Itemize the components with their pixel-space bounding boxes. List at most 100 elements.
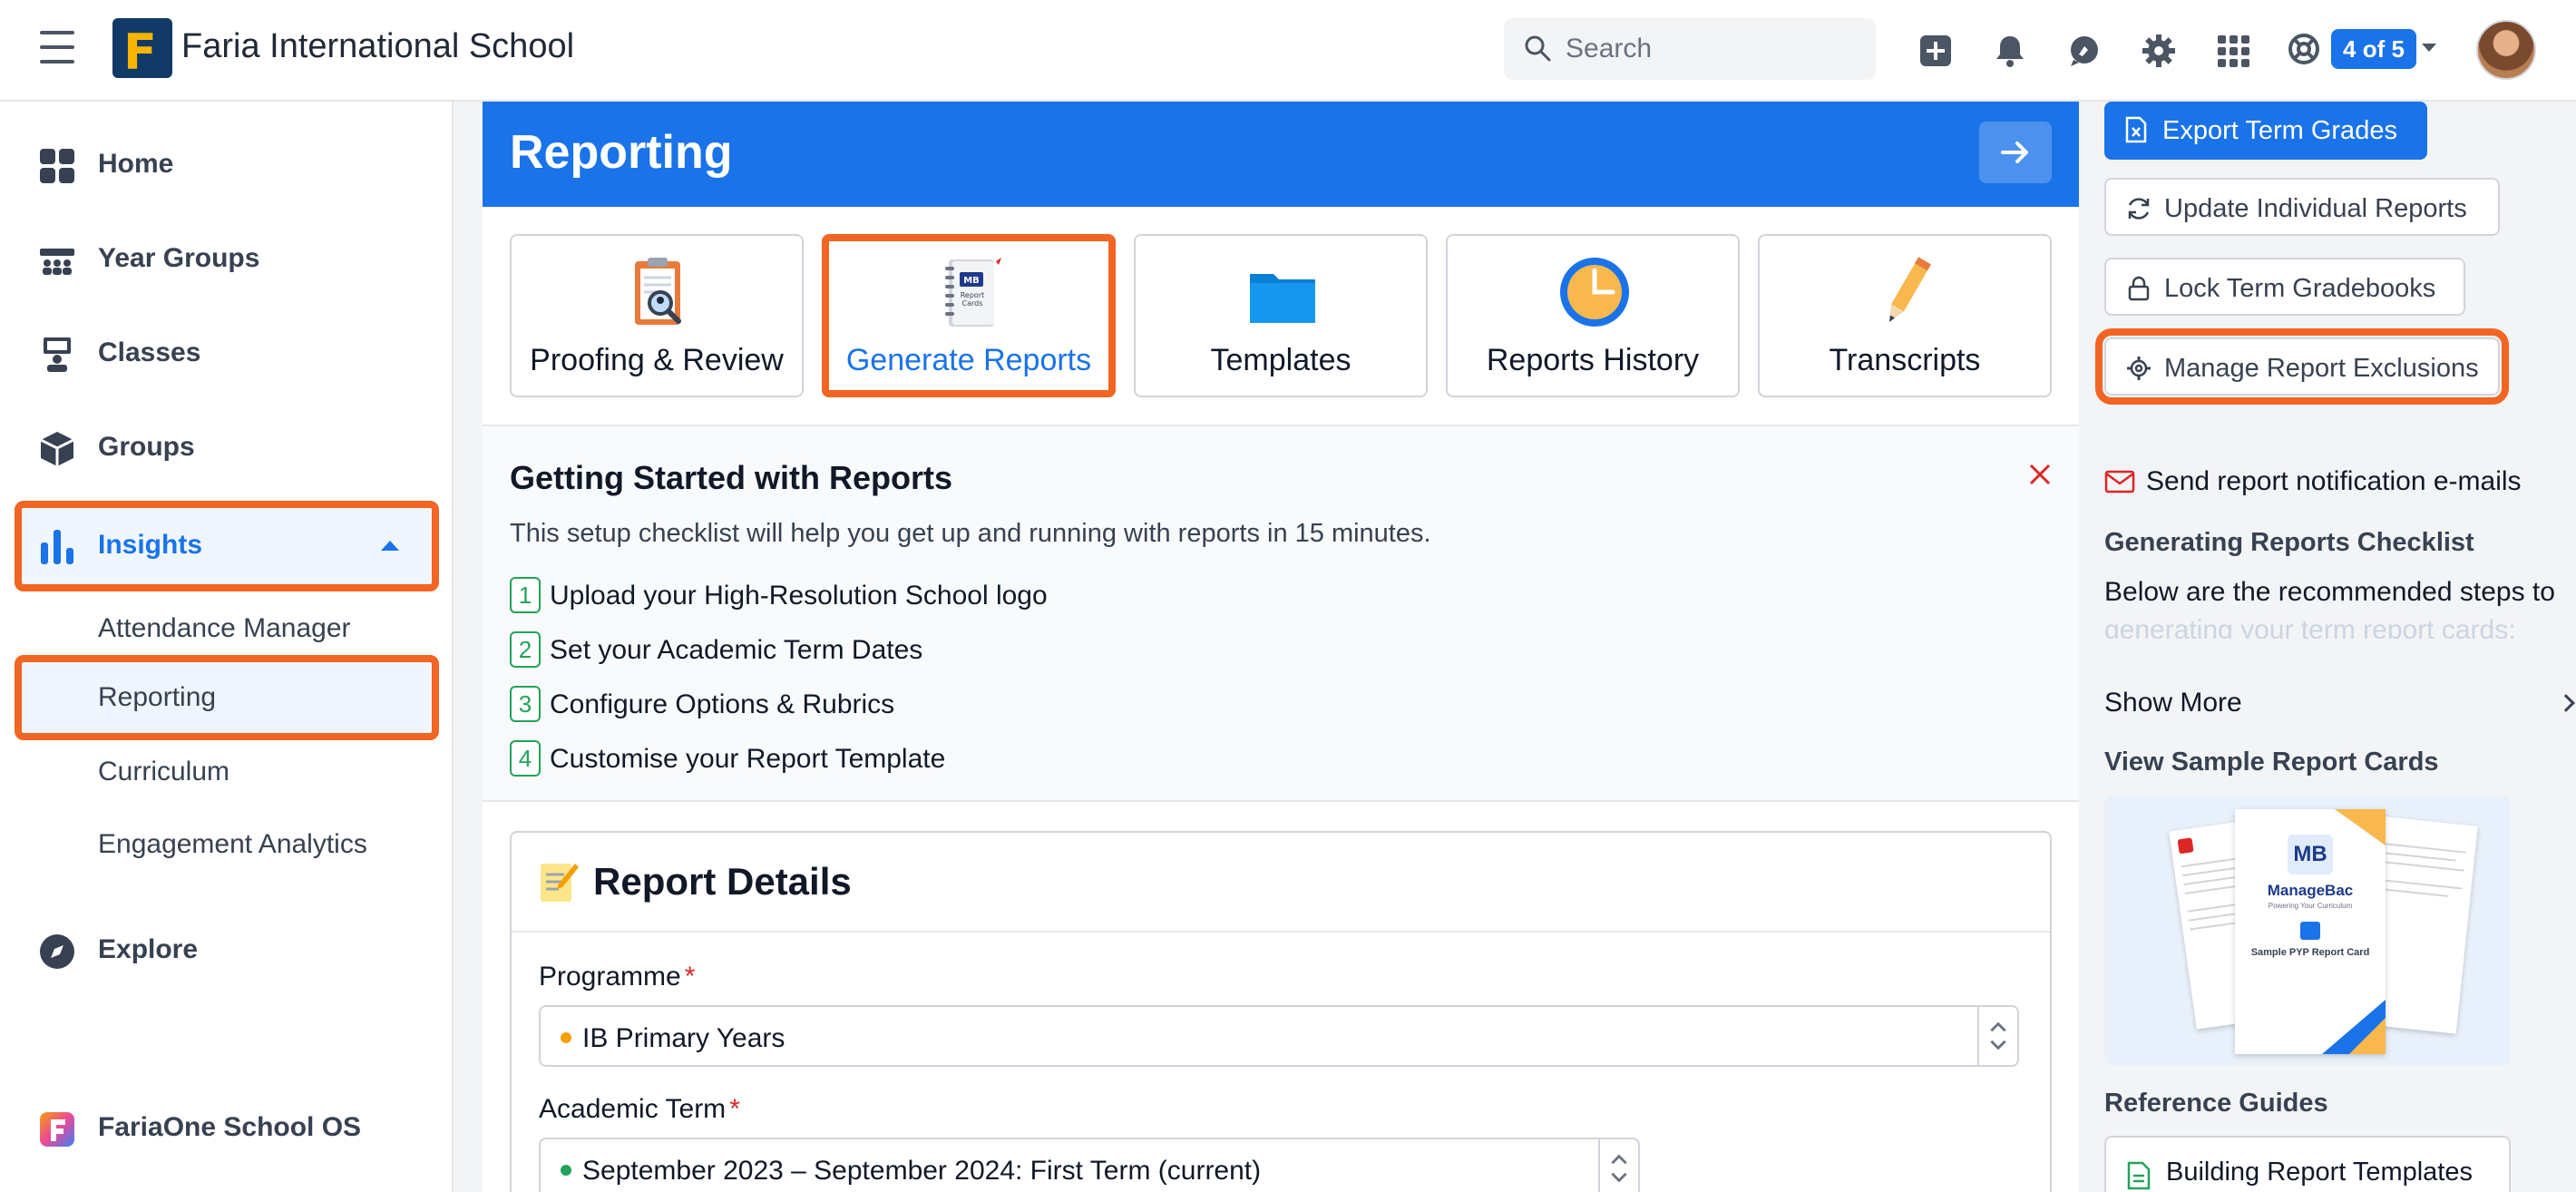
sidebar-item-classes[interactable]: Classes (18, 316, 435, 392)
school-name[interactable]: Faria International School (181, 27, 574, 66)
sidebar-subitem-label: Reporting (98, 682, 217, 712)
dashboard-icon (40, 149, 74, 183)
bar-chart-icon (41, 530, 73, 564)
chat-icon[interactable] (2066, 33, 2103, 69)
chevron-up-icon[interactable] (381, 541, 399, 551)
card-label: Templates (1210, 343, 1351, 377)
sample-report-cards-preview[interactable]: MB ManageBac Powering Your Curriculum Sa… (2104, 796, 2511, 1065)
sidebar-item-insights[interactable]: Insights (15, 501, 439, 591)
card-label: Generate Reports (845, 343, 1092, 377)
getting-started-panel: Getting Started with Reports This setup … (483, 426, 2079, 802)
cube-icon (40, 432, 74, 466)
sidebar-item-fariaone[interactable]: FariaOne School OS (18, 1090, 435, 1167)
card-label: Reports History (1486, 343, 1700, 377)
getting-started-description: This setup checklist will help you get u… (510, 519, 1431, 548)
getting-started-title: Getting Started with Reports (510, 459, 953, 496)
academic-term-select[interactable]: September 2023 – September 2024: First T… (539, 1138, 1640, 1192)
sidebar-item-label: Insights (98, 530, 203, 560)
pencil-icon (1889, 257, 1931, 322)
sample-doc-icon (2300, 922, 2320, 940)
svg-text:Report: Report (961, 291, 985, 299)
search-box[interactable] (1504, 18, 1876, 80)
account-switcher[interactable]: 4 of 5 (2288, 27, 2436, 73)
sidebar-item-label: Year Groups (98, 243, 260, 273)
checklist-heading: Generating Reports Checklist (2104, 528, 2474, 557)
guide-building-report-templates[interactable]: Building Report Templates (2104, 1136, 2511, 1192)
svg-text:Cards: Cards (962, 299, 983, 308)
lock-term-gradebooks-button[interactable]: Lock Term Gradebooks (2104, 258, 2465, 316)
step-number: 2 (510, 631, 541, 668)
sidebar-item-explore[interactable]: Explore (18, 913, 435, 989)
update-individual-reports-button[interactable]: Update Individual Reports (2104, 178, 2500, 236)
gear-icon (2127, 357, 2151, 380)
main-content: Reporting Proofing & Review MB Report Card… (483, 102, 2079, 1192)
account-count-badge: 4 of 5 (2331, 29, 2416, 69)
apps-grid-icon[interactable] (2215, 33, 2251, 69)
logo-letter: F (123, 24, 157, 81)
clipboard-magnifier-icon (635, 258, 681, 325)
required-mark: * (729, 1094, 740, 1124)
sidebar-subitem-attendance-manager[interactable]: Attendance Manager (18, 593, 435, 664)
step-text: Set your Academic Term Dates (550, 635, 923, 665)
academic-term-value: September 2023 – September 2024: First T… (582, 1156, 1262, 1186)
plus-square-icon[interactable] (1917, 33, 1954, 69)
programme-dot (561, 1032, 571, 1043)
card-generate-reports[interactable]: MB Report Cards Generate Reports (822, 234, 1116, 397)
notify-label: Send report notification e-mails (2146, 466, 2522, 496)
guide-label: Building Report Templates (2166, 1158, 2473, 1187)
step-text: Customise your Report Template (550, 744, 946, 774)
sidebar-item-label: Home (98, 149, 174, 179)
select-arrows-icon (1977, 1007, 2006, 1065)
report-details-title: Report Details (593, 860, 852, 903)
sidebar-subitem-curriculum[interactable]: Curriculum (18, 737, 435, 807)
card-transcripts[interactable]: Transcripts (1758, 234, 2052, 397)
menu-icon[interactable] (40, 31, 74, 67)
people-icon (40, 249, 74, 275)
card-templates[interactable]: Templates (1134, 234, 1428, 397)
step-number: 3 (510, 686, 541, 722)
card-proofing-review[interactable]: Proofing & Review (510, 234, 804, 397)
gear-icon[interactable] (2141, 33, 2177, 69)
sidebar-item-home[interactable]: Home (18, 127, 435, 203)
show-more-link[interactable]: Show More (2104, 688, 2242, 718)
sample-logo: MB (2288, 835, 2333, 874)
sidebar-subitem-label: Engagement Analytics (98, 829, 367, 859)
compass-icon (40, 934, 74, 969)
card-reports-history[interactable]: Reports History (1446, 234, 1740, 397)
sidebar: Home Year Groups Classes Groups Insights… (0, 102, 454, 1192)
reference-guides-heading: Reference Guides (2104, 1089, 2328, 1118)
report-details-header: Report Details (512, 833, 2050, 933)
button-label: Lock Term Gradebooks (2164, 274, 2436, 303)
manage-report-exclusions-button[interactable]: Manage Report Exclusions (2095, 328, 2509, 405)
envelope-icon (2104, 470, 2135, 493)
chevron-right-icon[interactable] (2557, 694, 2575, 712)
document-icon (2127, 1161, 2151, 1190)
banner-arrow-button[interactable] (1979, 122, 2052, 183)
folder-icon (1250, 274, 1315, 323)
bell-icon[interactable] (1992, 33, 2028, 69)
right-panel: Export Term Grades Update Individual Rep… (2079, 102, 2576, 1192)
arrow-right-icon (2001, 142, 2028, 163)
programme-select[interactable]: IB Primary Years (539, 1005, 2019, 1067)
faria-one-icon (40, 1112, 74, 1147)
sidebar-item-year-groups[interactable]: Year Groups (18, 221, 435, 298)
excel-file-icon (2125, 116, 2147, 143)
sidebar-subitem-reporting[interactable]: Reporting (15, 655, 439, 740)
sidebar-subitem-engagement-analytics[interactable]: Engagement Analytics (18, 809, 435, 880)
sidebar-item-label: Classes (98, 337, 201, 367)
programme-label-text: Programme (539, 962, 681, 992)
sample-heading: View Sample Report Cards (2104, 747, 2439, 777)
button-label: Manage Report Exclusions (2164, 354, 2479, 383)
report-details-panel: Report Details Programme * IB Primary Yea… (510, 831, 2052, 1192)
close-icon[interactable] (2026, 461, 2054, 488)
school-logo[interactable]: F (112, 18, 172, 81)
clock-icon (1560, 258, 1629, 327)
top-bar: F Faria International School 4 of 5 (0, 0, 2576, 102)
sidebar-item-groups[interactable]: Groups (18, 410, 435, 486)
reporting-cards: Proofing & Review MB Report Cards Generate… (510, 234, 2052, 397)
sidebar-item-label: Explore (98, 934, 199, 964)
select-arrows-icon (1598, 1139, 1627, 1192)
search-input[interactable] (1566, 31, 1856, 67)
export-term-grades-button[interactable]: Export Term Grades (2104, 102, 2427, 160)
user-avatar[interactable] (2476, 20, 2536, 80)
